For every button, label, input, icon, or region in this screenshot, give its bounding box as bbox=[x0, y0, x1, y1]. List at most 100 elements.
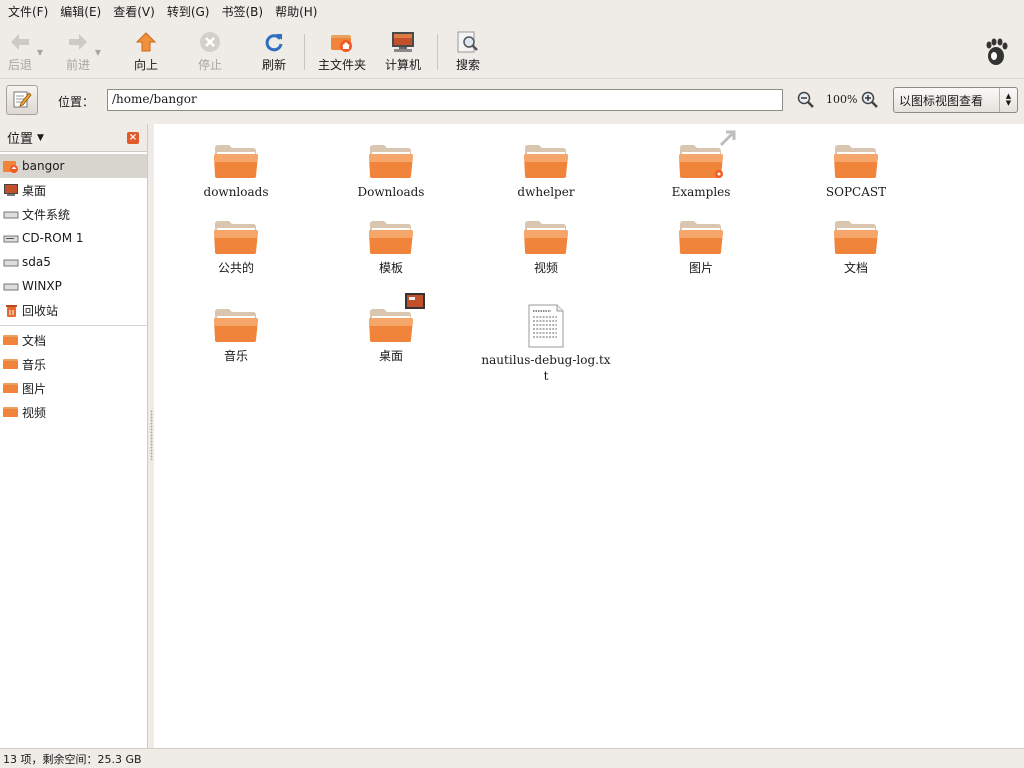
sidebar-header: 位置 ▼ × bbox=[0, 124, 147, 152]
menu-help[interactable]: 帮助(H) bbox=[271, 0, 321, 24]
sidebar-item-trash[interactable]: 回收站 bbox=[0, 298, 147, 322]
folder-link-icon bbox=[678, 130, 736, 180]
reload-button[interactable]: 刷新 bbox=[254, 30, 294, 74]
close-sidebar-icon[interactable]: × bbox=[127, 132, 139, 144]
sidebar-item-filesystem[interactable]: 文件系统 bbox=[0, 202, 147, 226]
location-label: 位置： bbox=[58, 95, 95, 109]
sidebar-item-bangor[interactable]: bangor bbox=[0, 154, 147, 178]
view-mode-select[interactable]: 以图标视图查看 ▲ ▼ bbox=[893, 87, 1018, 113]
toggle-location-entry-button[interactable] bbox=[6, 85, 38, 115]
up-arrow-icon bbox=[134, 30, 158, 54]
forward-history-dropdown[interactable]: ▼ bbox=[92, 30, 104, 74]
location-input[interactable]: /home/bangor bbox=[107, 89, 783, 111]
sidebar-bookmark-videos[interactable]: 视频 bbox=[0, 400, 147, 424]
file-item[interactable]: nautilus-debug-log.txt bbox=[471, 304, 621, 384]
file-item[interactable]: SOPCAST bbox=[781, 142, 931, 200]
stop-icon bbox=[198, 30, 222, 54]
text-file-icon bbox=[523, 304, 569, 348]
splitter-grip[interactable] bbox=[150, 410, 153, 460]
cdrom-icon bbox=[3, 231, 19, 245]
link-arrow-icon bbox=[719, 130, 736, 147]
drive-icon bbox=[3, 279, 19, 293]
computer-button[interactable]: 计算机 bbox=[379, 30, 427, 74]
caret-down-icon[interactable]: ▼ bbox=[37, 133, 44, 143]
status-text: 13 项，剩余空间：25.3 GB bbox=[3, 752, 142, 766]
desktop-emblem-icon bbox=[405, 293, 425, 309]
search-icon bbox=[456, 30, 480, 54]
file-item[interactable]: 桌面 bbox=[316, 293, 466, 364]
stop-button[interactable]: 停止 bbox=[190, 30, 230, 74]
sidebar-item-cdrom[interactable]: CD-ROM 1 bbox=[0, 226, 147, 250]
icon-view: downloads Downloads dwhelper Examples SO… bbox=[154, 124, 1024, 748]
sidebar: 位置 ▼ × bangor 桌面 文件系统 CD-ROM 1 sda5 WINX… bbox=[0, 124, 148, 748]
sidebar-item-desktop[interactable]: 桌面 bbox=[0, 178, 147, 202]
view-mode-value: 以图标视图查看 bbox=[899, 93, 984, 108]
folder-icon bbox=[833, 218, 879, 256]
menu-file[interactable]: 文件(F) bbox=[4, 0, 52, 24]
folder-icon bbox=[523, 142, 569, 180]
menu-bookmarks[interactable]: 书签(B) bbox=[217, 0, 267, 24]
file-item[interactable]: 图片 bbox=[626, 218, 776, 276]
folder-icon bbox=[213, 142, 259, 180]
toolbar-separator bbox=[304, 34, 305, 70]
forward-button[interactable]: 前进 bbox=[64, 30, 92, 74]
zoom-in-button[interactable] bbox=[861, 91, 879, 112]
location-bar: 位置： /home/bangor 100% 以图标视图查看 ▲ ▼ bbox=[0, 78, 1024, 122]
trash-icon bbox=[3, 303, 19, 317]
file-item[interactable]: dwhelper bbox=[471, 142, 621, 200]
folder-icon bbox=[523, 218, 569, 256]
back-arrow-icon bbox=[8, 30, 32, 54]
file-item[interactable]: downloads bbox=[161, 142, 311, 200]
folder-icon bbox=[3, 381, 19, 395]
sidebar-title[interactable]: 位置 bbox=[7, 128, 33, 147]
file-item[interactable]: 音乐 bbox=[161, 306, 311, 364]
desktop-folder-icon bbox=[368, 293, 425, 344]
desktop-icon bbox=[3, 183, 19, 197]
home-button[interactable]: 主文件夹 bbox=[315, 30, 369, 74]
file-item[interactable]: 视频 bbox=[471, 218, 621, 276]
folder-icon bbox=[3, 357, 19, 371]
reload-icon bbox=[262, 30, 286, 54]
sidebar-item-winxp[interactable]: WINXP bbox=[0, 274, 147, 298]
search-button[interactable]: 搜索 bbox=[448, 30, 488, 74]
menubar: 文件(F) 编辑(E) 查看(V) 转到(G) 书签(B) 帮助(H) bbox=[0, 0, 1024, 24]
back-history-dropdown[interactable]: ▼ bbox=[34, 30, 46, 74]
sidebar-bookmark-pictures[interactable]: 图片 bbox=[0, 376, 147, 400]
folder-icon bbox=[3, 405, 19, 419]
edit-icon bbox=[12, 89, 32, 112]
up-down-arrows-icon: ▲ ▼ bbox=[999, 88, 1017, 112]
computer-icon bbox=[391, 30, 415, 54]
folder-icon bbox=[3, 333, 19, 347]
zoom-out-icon bbox=[797, 91, 815, 112]
menu-edit[interactable]: 编辑(E) bbox=[56, 0, 105, 24]
zoom-out-button[interactable] bbox=[797, 91, 815, 112]
folder-icon bbox=[213, 218, 259, 256]
file-item[interactable]: Examples bbox=[626, 130, 776, 200]
toolbar: 后退 ▼ 前进 ▼ 向上 停止 刷新 主文件夹 计算机 搜索 bbox=[0, 24, 1024, 78]
back-button[interactable]: 后退 bbox=[6, 30, 34, 74]
zoom-in-icon bbox=[861, 91, 879, 112]
drive-icon bbox=[3, 207, 19, 221]
file-item[interactable]: 公共的 bbox=[161, 218, 311, 276]
folder-icon bbox=[213, 306, 259, 344]
menu-view[interactable]: 查看(V) bbox=[109, 0, 159, 24]
folder-icon bbox=[678, 218, 724, 256]
folder-icon bbox=[368, 142, 414, 180]
drive-icon bbox=[3, 255, 19, 269]
file-item[interactable]: 模板 bbox=[316, 218, 466, 276]
folder-icon bbox=[833, 142, 879, 180]
home-folder-icon bbox=[330, 30, 354, 54]
sidebar-bookmark-music[interactable]: 音乐 bbox=[0, 352, 147, 376]
sidebar-bookmark-documents[interactable]: 文档 bbox=[0, 328, 147, 352]
file-item[interactable]: 文档 bbox=[781, 218, 931, 276]
status-bar: 13 项，剩余空间：25.3 GB bbox=[0, 748, 1024, 768]
sidebar-divider bbox=[0, 325, 147, 326]
toolbar-separator bbox=[437, 34, 438, 70]
gnome-foot-icon bbox=[976, 30, 1016, 74]
sidebar-item-sda5[interactable]: sda5 bbox=[0, 250, 147, 274]
menu-go[interactable]: 转到(G) bbox=[163, 0, 214, 24]
up-button[interactable]: 向上 bbox=[126, 30, 166, 74]
home-icon bbox=[3, 159, 19, 173]
file-item[interactable]: Downloads bbox=[316, 142, 466, 200]
zoom-level[interactable]: 100% bbox=[826, 93, 857, 106]
